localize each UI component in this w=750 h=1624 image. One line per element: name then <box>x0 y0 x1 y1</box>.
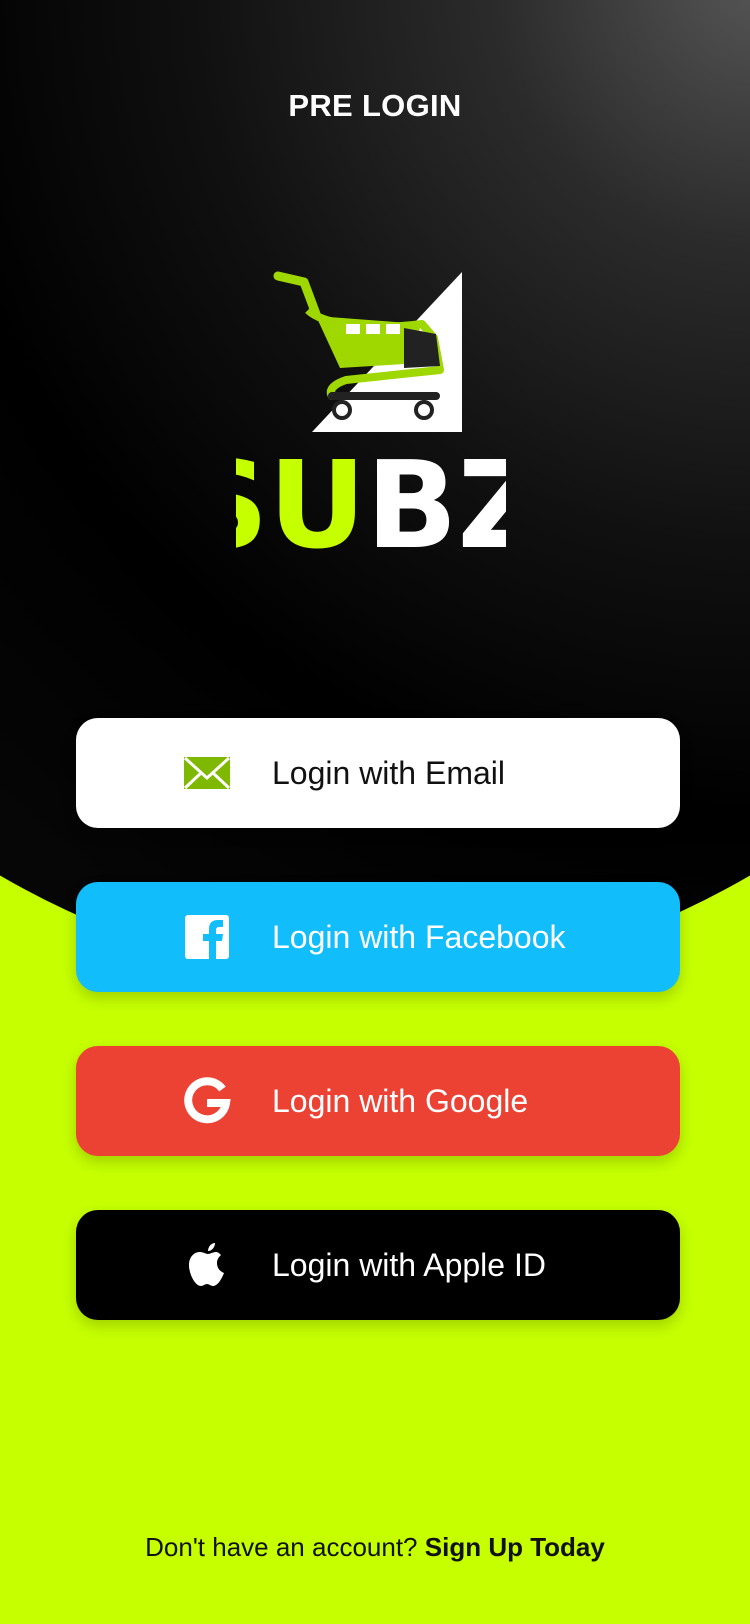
login-google-button[interactable]: Login with Google <box>76 1046 680 1156</box>
subz-logo: SU BZ <box>236 268 506 554</box>
envelope-icon <box>182 748 232 798</box>
login-facebook-button[interactable]: Login with Facebook <box>76 882 680 992</box>
pre-login-screen: PRE LOGIN SU BZ <box>0 0 750 1624</box>
login-apple-label: Login with Apple ID <box>272 1247 546 1283</box>
logo-text-su: SU <box>236 437 366 554</box>
apple-icon <box>182 1240 232 1290</box>
logo-text-bz: BZ <box>366 437 506 554</box>
login-email-label: Login with Email <box>272 755 505 791</box>
shopping-cart-icon: SU BZ <box>236 271 506 554</box>
signup-prompt-text: Don't have an account? <box>145 1532 418 1562</box>
login-email-button[interactable]: Login with Email <box>76 718 680 828</box>
page-title: PRE LOGIN <box>288 88 462 123</box>
login-apple-button[interactable]: Login with Apple ID <box>76 1210 680 1320</box>
signup-link[interactable]: Sign Up Today <box>425 1532 605 1562</box>
login-facebook-label: Login with Facebook <box>272 919 566 955</box>
login-google-label: Login with Google <box>272 1083 529 1119</box>
google-icon <box>182 1076 232 1126</box>
facebook-icon <box>182 912 232 962</box>
signup-prompt: Don't have an account? Sign Up Today <box>0 1532 750 1563</box>
